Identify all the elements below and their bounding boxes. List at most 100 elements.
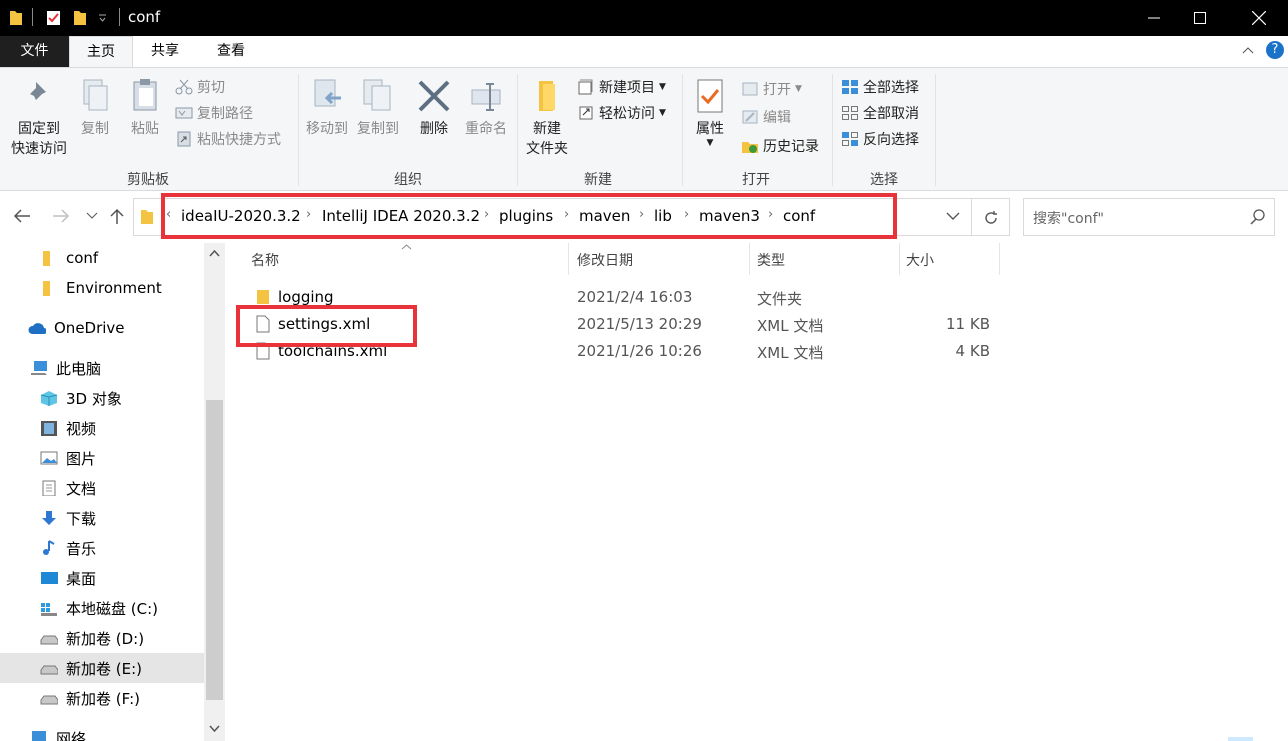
music-icon	[43, 540, 55, 555]
pin-label: 固定到	[18, 121, 60, 137]
nav-item-desktop[interactable]: 桌面	[40, 563, 96, 593]
new-folder-icon[interactable]	[73, 9, 87, 27]
search-icon[interactable]	[1250, 209, 1266, 225]
cloud-icon	[28, 323, 46, 334]
address-dropdown-icon[interactable]	[946, 212, 960, 221]
column-divider[interactable]	[999, 243, 1000, 275]
properties-button[interactable]: 属性 ▼	[688, 78, 732, 148]
copy-button[interactable]: 复制	[76, 78, 114, 138]
nav-item-label: 新加卷 (E:)	[66, 659, 143, 678]
nav-item-conf[interactable]: conf	[40, 243, 98, 273]
file-name: logging	[278, 288, 334, 306]
invert-selection-label: 反向选择	[863, 132, 919, 148]
organize-group-label: 组织	[394, 172, 422, 188]
pin-quick-access-button[interactable]: 固定到 快速访问	[6, 78, 72, 158]
nav-item-label: OneDrive	[54, 319, 125, 337]
nav-item-this-pc[interactable]: 此电脑	[30, 353, 101, 383]
document-icon	[42, 480, 56, 496]
new-folder-button[interactable]: 新建 文件夹	[522, 78, 572, 158]
nav-item-music[interactable]: 音乐	[40, 533, 96, 563]
new-item-button[interactable]: 新建项目 ▼	[577, 77, 666, 97]
open-button[interactable]: 打开 ▼	[741, 79, 802, 99]
tab-view[interactable]: 查看	[199, 36, 263, 67]
view-toggle[interactable]	[1228, 737, 1253, 741]
file-size: 11 KB	[946, 315, 990, 333]
history-button[interactable]: 历史记录	[741, 136, 819, 156]
copy-path-label: 复制路径	[197, 106, 253, 122]
search-input[interactable]: 搜索"conf"	[1023, 198, 1275, 236]
refresh-button[interactable]	[972, 198, 1010, 236]
move-to-button[interactable]: 移动到	[302, 78, 352, 138]
nav-item-downloads[interactable]: 下载	[40, 503, 96, 533]
nav-scrollbar-thumb[interactable]	[206, 400, 223, 700]
group-divider	[517, 74, 518, 186]
minimize-button[interactable]	[1131, 0, 1177, 36]
nav-item-videos[interactable]: 视频	[40, 413, 96, 443]
file-size: 4 KB	[955, 342, 990, 360]
help-icon[interactable]: ?	[1266, 41, 1284, 59]
properties-icon	[697, 79, 723, 113]
pin-icon	[28, 82, 46, 106]
maximize-button[interactable]	[1177, 0, 1223, 36]
customize-dropdown-icon[interactable]	[98, 14, 108, 22]
nav-item-network[interactable]: 网络	[30, 723, 86, 741]
clipboard-group-label: 剪贴板	[127, 172, 169, 188]
rename-button[interactable]: 重命名	[461, 78, 511, 138]
nav-item-drive-c[interactable]: 本地磁盘 (C:)	[40, 593, 158, 623]
move-to-icon	[314, 79, 341, 107]
column-divider[interactable]	[568, 243, 569, 275]
select-all-button[interactable]: 全部选择	[841, 77, 919, 97]
file-type: 文件夹	[757, 290, 803, 308]
refresh-icon	[985, 211, 997, 224]
nav-item-documents[interactable]: 文档	[40, 473, 96, 503]
easy-access-button[interactable]: 轻松访问 ▼	[577, 103, 666, 123]
close-button[interactable]	[1236, 0, 1282, 36]
nav-item-3d-objects[interactable]: 3D 对象	[40, 383, 122, 413]
scroll-up-icon[interactable]	[209, 249, 220, 257]
select-none-button[interactable]: 全部取消	[841, 103, 919, 123]
properties-icon[interactable]	[46, 9, 62, 27]
up-icon[interactable]	[109, 207, 125, 225]
recent-locations-icon[interactable]	[86, 212, 98, 220]
paste-button[interactable]: 粘贴	[124, 78, 166, 138]
column-divider[interactable]	[749, 243, 750, 275]
nav-item-pictures[interactable]: 图片	[40, 443, 96, 473]
folder-icon	[43, 251, 50, 266]
paste-shortcut-button[interactable]: 粘贴快捷方式	[175, 129, 281, 149]
nav-item-drive-d[interactable]: 新加卷 (D:)	[40, 623, 144, 653]
nav-item-label: 桌面	[66, 569, 97, 588]
copy-to-label: 复制到	[357, 121, 399, 137]
nav-item-onedrive[interactable]: OneDrive	[28, 313, 125, 343]
copy-to-button[interactable]: 复制到	[354, 78, 402, 138]
rename-icon	[471, 83, 501, 111]
edit-button[interactable]: 编辑	[741, 107, 791, 127]
collapse-ribbon-icon[interactable]	[1242, 46, 1254, 54]
folder-icon	[43, 281, 50, 296]
forward-icon[interactable]	[51, 208, 71, 224]
nav-item-environment[interactable]: Environment	[40, 273, 162, 303]
column-header-type[interactable]: 类型	[757, 250, 785, 270]
nav-item-label: 文档	[66, 479, 97, 498]
search-placeholder: 搜索"conf"	[1033, 211, 1104, 227]
cut-button[interactable]: 剪切	[175, 77, 225, 97]
copy-path-button[interactable]: 复制路径	[175, 103, 253, 123]
back-icon[interactable]	[12, 208, 32, 224]
nav-item-label: 视频	[66, 419, 97, 438]
column-divider[interactable]	[899, 243, 900, 275]
nav-item-drive-e[interactable]: 新加卷 (E:)	[0, 653, 204, 683]
scroll-down-icon[interactable]	[209, 725, 220, 733]
tab-home[interactable]: 主页	[69, 36, 133, 68]
film-icon	[41, 421, 57, 436]
column-header-size[interactable]: 大小	[906, 250, 934, 270]
delete-button[interactable]: 删除	[414, 78, 454, 138]
column-header-name[interactable]: 名称	[251, 250, 279, 270]
new-item-label: 新建项目	[599, 80, 655, 96]
tab-file[interactable]: 文件	[0, 36, 69, 67]
nav-item-drive-f[interactable]: 新加卷 (F:)	[40, 683, 140, 713]
invert-selection-button[interactable]: 反向选择	[841, 129, 919, 149]
highlight-settings-box	[236, 305, 417, 347]
tab-share[interactable]: 共享	[133, 36, 197, 67]
open-group-label: 打开	[742, 172, 770, 188]
column-header-date[interactable]: 修改日期	[577, 250, 633, 270]
edit-label: 编辑	[763, 110, 791, 126]
